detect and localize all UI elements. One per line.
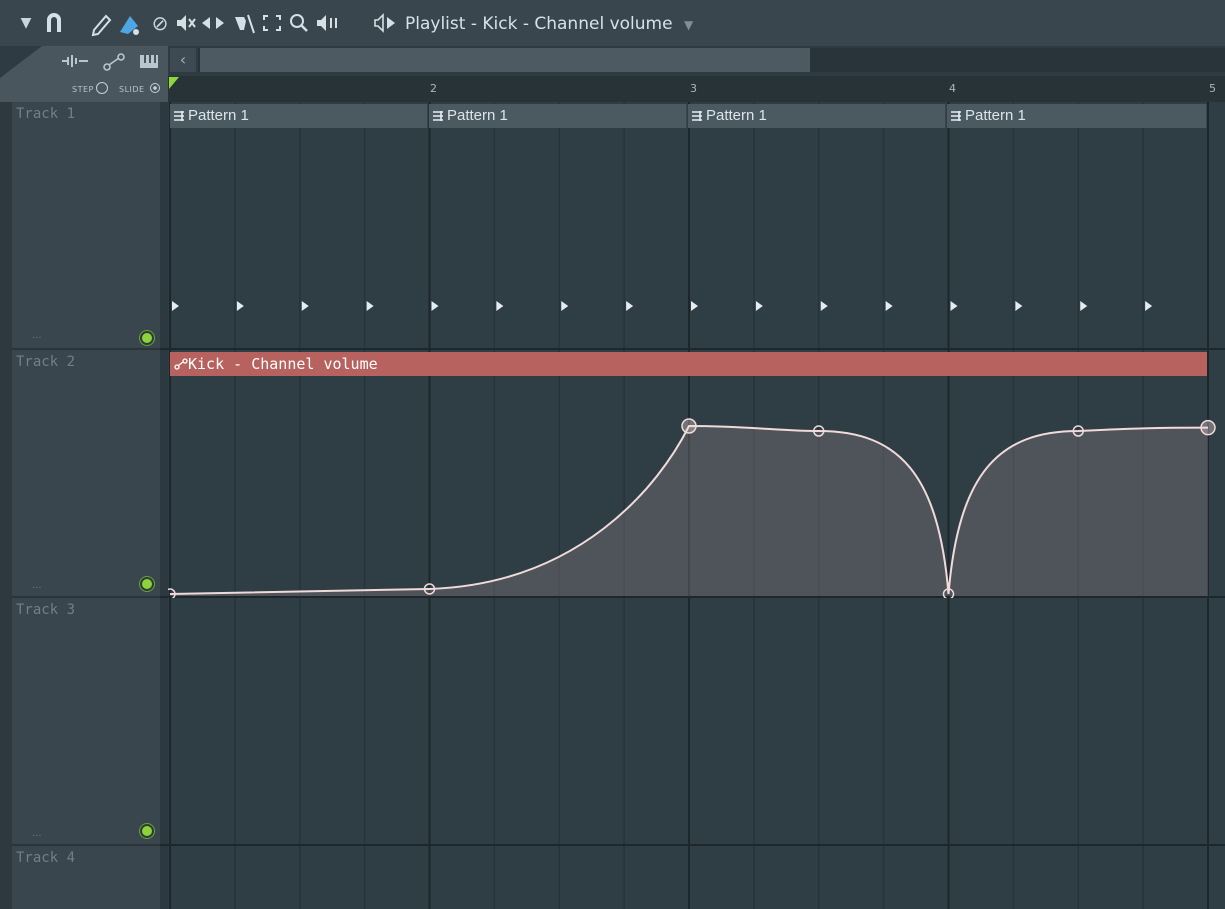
title-dropdown-icon[interactable]: ▼ bbox=[684, 18, 693, 32]
note-marker bbox=[496, 301, 504, 311]
track-options-icon[interactable]: ... bbox=[32, 828, 42, 839]
playlist-toolbar: ▼ ⊘ Playlist - Kick - Channel volume ▼ bbox=[0, 0, 1225, 47]
zoom-icon[interactable] bbox=[286, 8, 310, 38]
automation-clip-icon bbox=[174, 355, 188, 373]
note-marker bbox=[1145, 301, 1153, 311]
note-marker bbox=[755, 301, 763, 311]
track-options-icon[interactable]: ... bbox=[32, 330, 42, 341]
pattern-icon bbox=[692, 105, 702, 121]
window-title[interactable]: Playlist - Kick - Channel volume bbox=[405, 10, 673, 38]
note-marker bbox=[431, 301, 439, 311]
automation-clip-label: Kick - Channel volume bbox=[188, 355, 378, 373]
note-marker bbox=[820, 301, 828, 311]
speaker-icon[interactable] bbox=[370, 8, 400, 38]
track-enable-led[interactable] bbox=[140, 577, 154, 591]
automation-point[interactable] bbox=[1200, 419, 1216, 436]
pencil-icon[interactable] bbox=[90, 8, 116, 38]
automation-point[interactable] bbox=[681, 418, 697, 434]
track-header-2[interactable]: Track 2 ... bbox=[12, 350, 160, 598]
playback-icon[interactable] bbox=[314, 8, 344, 38]
track-list-edge bbox=[0, 102, 12, 909]
note-marker bbox=[626, 301, 634, 311]
track-separator bbox=[160, 348, 1225, 350]
step-label: STEP bbox=[72, 85, 94, 94]
pattern-clip-label: Pattern 1 bbox=[965, 107, 1026, 124]
menu-arrow-icon[interactable]: ▼ bbox=[16, 8, 36, 38]
track-header-4[interactable]: Track 4 bbox=[12, 846, 160, 909]
scrollbar-thumb[interactable] bbox=[200, 48, 810, 72]
step-radio[interactable] bbox=[96, 82, 108, 94]
track-name[interactable]: Track 1 bbox=[16, 106, 75, 122]
slide-radio[interactable] bbox=[150, 83, 160, 93]
note-marker bbox=[885, 301, 893, 311]
track-enable-led[interactable] bbox=[140, 824, 154, 838]
pattern-clip-label: Pattern 1 bbox=[706, 107, 767, 124]
track-header-1[interactable]: Track 1 ... bbox=[12, 102, 160, 350]
pattern-clip-label: Pattern 1 bbox=[188, 107, 249, 124]
track-header-3[interactable]: Track 3 ... bbox=[12, 598, 160, 846]
slip-icon[interactable] bbox=[200, 8, 226, 38]
note-marker bbox=[366, 301, 374, 311]
audio-clip-icon[interactable] bbox=[60, 52, 90, 74]
track-options-icon[interactable]: ... bbox=[32, 580, 42, 591]
select-icon[interactable] bbox=[260, 8, 284, 38]
song-position-marker[interactable] bbox=[169, 77, 179, 89]
magnet-icon[interactable] bbox=[42, 8, 68, 38]
track-name[interactable]: Track 4 bbox=[16, 850, 75, 866]
pattern-icon bbox=[433, 105, 443, 121]
pattern-icon bbox=[951, 105, 961, 121]
delete-icon[interactable]: ⊘ bbox=[148, 8, 172, 38]
ruler-bar-2: 2 bbox=[430, 82, 437, 95]
slide-label: SLIDE bbox=[119, 85, 145, 94]
note-marker bbox=[561, 301, 569, 311]
ruler-bar-5: 5 bbox=[1209, 82, 1216, 95]
scroll-left-button[interactable]: ‹ bbox=[170, 48, 196, 72]
ruler-bar-3: 3 bbox=[690, 82, 697, 95]
automation-curve-area[interactable] bbox=[168, 376, 1225, 598]
track-name[interactable]: Track 2 bbox=[16, 354, 75, 370]
note-marker bbox=[691, 301, 698, 311]
pattern-clip[interactable]: Pattern 1 bbox=[429, 104, 687, 128]
note-marker bbox=[172, 301, 179, 311]
paint-icon[interactable] bbox=[116, 8, 144, 38]
pattern-icon bbox=[174, 105, 184, 121]
pattern-clip[interactable]: Pattern 1 bbox=[170, 104, 428, 128]
piano-roll-icon[interactable] bbox=[138, 52, 160, 74]
note-marker bbox=[1015, 301, 1023, 311]
automation-fill bbox=[170, 426, 1208, 596]
note-marker bbox=[301, 301, 309, 311]
note-marker bbox=[950, 301, 958, 311]
automation-clip[interactable]: Kick - Channel volume bbox=[170, 352, 1207, 376]
track-enable-led[interactable] bbox=[140, 331, 154, 345]
mute-icon[interactable] bbox=[174, 8, 198, 38]
ruler-bar-4: 4 bbox=[949, 82, 956, 95]
pattern-clip[interactable]: Pattern 1 bbox=[947, 104, 1207, 128]
slice-icon[interactable] bbox=[232, 8, 258, 38]
track-separator bbox=[160, 844, 1225, 846]
automation-clip-icon[interactable] bbox=[102, 52, 126, 76]
pattern-clip[interactable]: Pattern 1 bbox=[688, 104, 946, 128]
track-name[interactable]: Track 3 bbox=[16, 602, 75, 618]
note-marker bbox=[236, 301, 244, 311]
pattern-clip-label: Pattern 1 bbox=[447, 107, 508, 124]
note-marker bbox=[1080, 301, 1088, 311]
